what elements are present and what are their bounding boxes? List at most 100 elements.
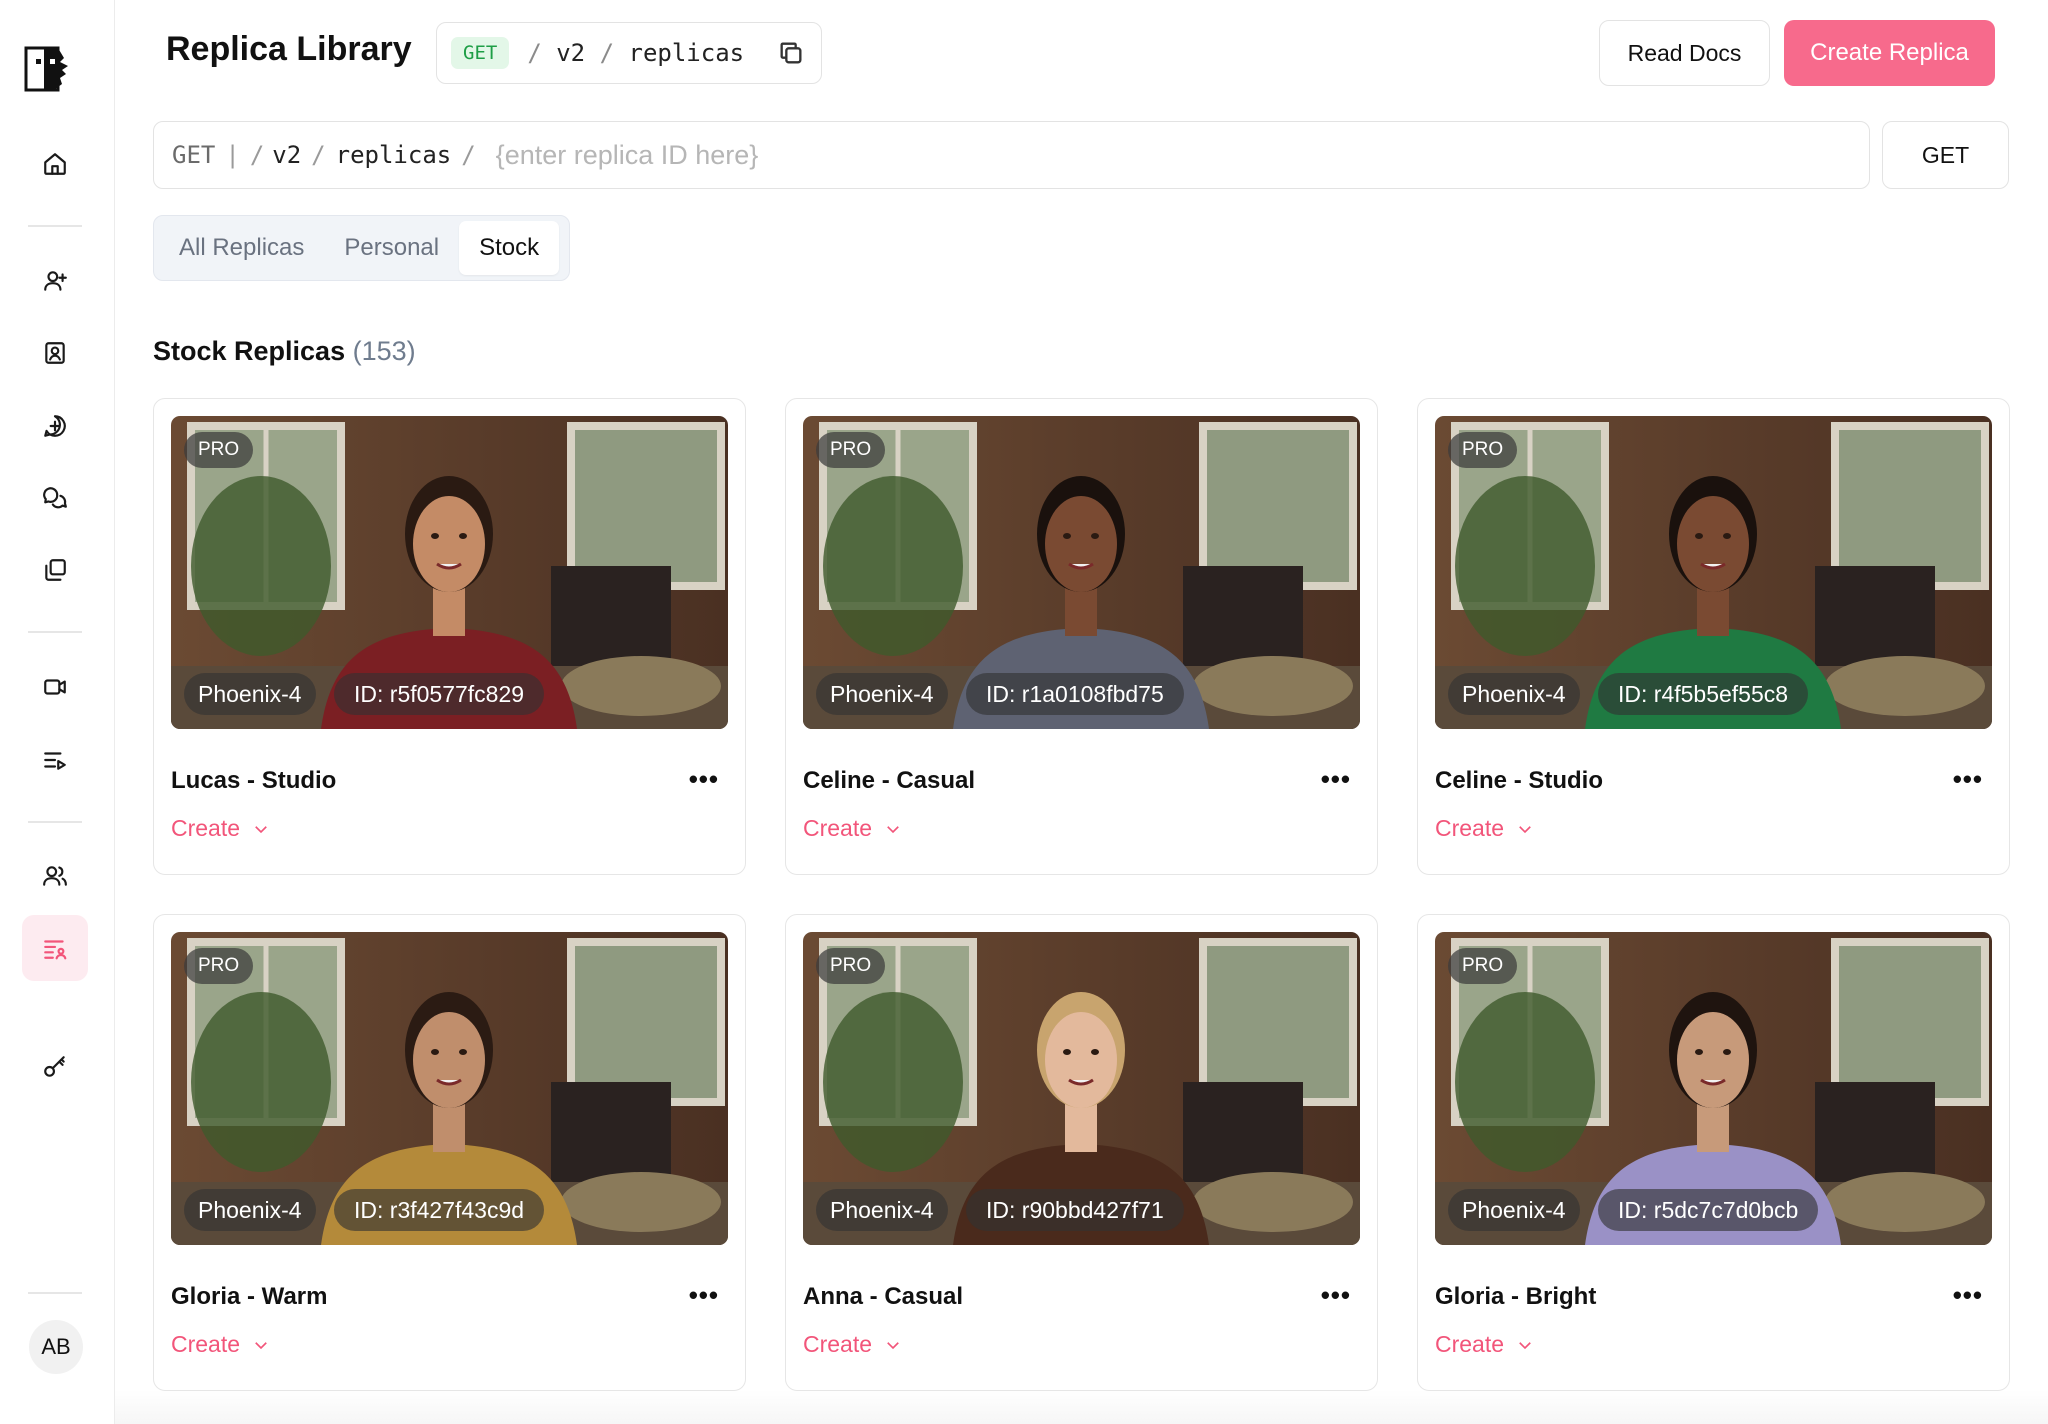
create-dropdown[interactable]: Create (171, 1331, 270, 1358)
sidebar: AB (0, 0, 115, 1424)
page-title: Replica Library (166, 30, 412, 68)
query-method: GET (172, 141, 216, 169)
sidebar-divider (28, 631, 82, 633)
tab-personal[interactable]: Personal (324, 221, 459, 275)
replica-thumbnail[interactable]: PRO Phoenix-4 ID: r5f0577fc829 (171, 416, 728, 729)
endpoint-path: / v2 / replicas (527, 39, 745, 67)
add-user-icon[interactable] (22, 248, 88, 314)
copy-icon[interactable] (777, 39, 805, 67)
replica-id-badge[interactable]: ID: r1a0108fbd75 (966, 673, 1184, 715)
model-badge: Phoenix-4 (184, 673, 316, 715)
replica-id-badge[interactable]: ID: r4f5b5ef55c8 (1598, 673, 1809, 715)
replica-thumbnail[interactable]: PRO Phoenix-4 ID: r3f427f43c9d (171, 932, 728, 1245)
chevron-down-icon (1519, 1341, 1531, 1349)
more-options-icon[interactable]: ••• (1321, 766, 1351, 792)
pro-badge: PRO (816, 432, 886, 468)
copy-stack-icon[interactable] (22, 537, 88, 603)
create-label: Create (171, 1331, 241, 1357)
home-icon[interactable] (22, 131, 88, 197)
replica-list-icon[interactable] (22, 915, 88, 981)
create-dropdown[interactable]: Create (1435, 815, 1534, 842)
scroll-fade (115, 1390, 2048, 1424)
create-dropdown[interactable]: Create (803, 1331, 902, 1358)
conversations-icon[interactable] (22, 465, 88, 531)
query-slash: / (311, 141, 326, 169)
create-label: Create (1435, 815, 1505, 841)
more-options-icon[interactable]: ••• (689, 766, 719, 792)
plus-chat-icon[interactable] (22, 393, 88, 459)
replica-name: Celine - Studio (1435, 767, 1603, 794)
more-options-icon[interactable]: ••• (1321, 1282, 1351, 1308)
section-title: Stock Replicas (153) (153, 336, 416, 367)
replica-card[interactable]: PRO Phoenix-4 ID: r5f0577fc829 Lucas - S… (153, 398, 746, 875)
model-badge: Phoenix-4 (1448, 1189, 1580, 1231)
replica-thumbnail[interactable]: PRO Phoenix-4 ID: r4f5b5ef55c8 (1435, 416, 1992, 729)
replica-thumbnail[interactable]: PRO Phoenix-4 ID: r5dc7c7d0bcb (1435, 932, 1992, 1245)
section-title-text: Stock Replicas (153, 336, 346, 366)
replica-id-badge[interactable]: ID: r5dc7c7d0bcb (1598, 1189, 1819, 1231)
replica-card[interactable]: PRO Phoenix-4 ID: r4f5b5ef55c8 Celine - … (1417, 398, 2010, 875)
pro-badge: PRO (1448, 948, 1518, 984)
endpoint-segment: replicas (628, 39, 745, 67)
query-pipe: | (225, 141, 240, 169)
create-replica-button[interactable]: Create Replica (1784, 20, 1995, 86)
endpoint-segment: v2 (556, 39, 586, 67)
create-dropdown[interactable]: Create (1435, 1331, 1534, 1358)
more-options-icon[interactable]: ••• (1953, 1282, 1983, 1308)
pro-badge: PRO (1448, 432, 1518, 468)
query-segment: v2 (272, 141, 302, 169)
create-label: Create (803, 815, 873, 841)
create-label: Create (1435, 1331, 1505, 1357)
replica-name: Lucas - Studio (171, 767, 337, 794)
video-icon[interactable] (22, 654, 88, 720)
replica-name: Celine - Casual (803, 767, 976, 794)
create-dropdown[interactable]: Create (171, 815, 270, 842)
get-button[interactable]: GET (1882, 121, 2009, 189)
users-icon[interactable] (22, 843, 88, 909)
replica-thumbnail[interactable]: PRO Phoenix-4 ID: r1a0108fbd75 (803, 416, 1360, 729)
replica-name: Gloria - Warm (171, 1283, 328, 1310)
replica-card[interactable]: PRO Phoenix-4 ID: r1a0108fbd75 Celine - … (785, 398, 1378, 875)
replica-name: Anna - Casual (803, 1283, 964, 1310)
chevron-down-icon (887, 1341, 899, 1349)
replica-thumbnail[interactable]: PRO Phoenix-4 ID: r90bbd427f71 (803, 932, 1360, 1245)
replica-card[interactable]: PRO Phoenix-4 ID: r3f427f43c9d Gloria - … (153, 914, 746, 1391)
chevron-down-icon (1519, 825, 1531, 833)
model-badge: Phoenix-4 (816, 1189, 948, 1231)
replica-card[interactable]: PRO Phoenix-4 ID: r5dc7c7d0bcb Gloria - … (1417, 914, 2010, 1391)
tab-stock[interactable]: Stock (459, 221, 560, 275)
chevron-down-icon (255, 1341, 267, 1349)
chevron-down-icon (887, 825, 899, 833)
replica-id-badge[interactable]: ID: r3f427f43c9d (334, 1189, 545, 1231)
replica-id-input[interactable] (495, 139, 1496, 171)
more-options-icon[interactable]: ••• (1953, 766, 1983, 792)
model-badge: Phoenix-4 (184, 1189, 316, 1231)
create-dropdown[interactable]: Create (803, 815, 902, 842)
read-docs-button[interactable]: Read Docs (1599, 20, 1770, 86)
pro-badge: PRO (184, 948, 254, 984)
logo-icon[interactable] (24, 44, 76, 96)
method-badge: GET (451, 37, 510, 69)
model-badge: Phoenix-4 (816, 673, 948, 715)
create-label: Create (803, 1331, 873, 1357)
sidebar-divider (28, 821, 82, 823)
replica-card[interactable]: PRO Phoenix-4 ID: r90bbd427f71 Anna - Ca… (785, 914, 1378, 1391)
user-avatar[interactable]: AB (29, 1320, 83, 1374)
key-icon[interactable] (22, 1034, 88, 1100)
query-slash: / (461, 141, 476, 169)
tab-all-replicas[interactable]: All Replicas (159, 221, 324, 275)
replica-name: Gloria - Bright (1435, 1283, 1597, 1310)
model-badge: Phoenix-4 (1448, 673, 1580, 715)
query-slash: / (249, 141, 265, 169)
section-count: (153) (352, 336, 416, 366)
replica-query-bar: GET | / v2 / replicas / (153, 121, 1870, 189)
replica-id-badge[interactable]: ID: r90bbd427f71 (966, 1189, 1184, 1231)
pro-badge: PRO (184, 432, 254, 468)
playlist-icon[interactable] (22, 727, 88, 793)
endpoint-display: GET / v2 / replicas (436, 22, 822, 84)
contact-card-icon[interactable] (22, 320, 88, 386)
replica-id-badge[interactable]: ID: r5f0577fc829 (334, 673, 545, 715)
pro-badge: PRO (816, 948, 886, 984)
create-label: Create (171, 815, 241, 841)
more-options-icon[interactable]: ••• (689, 1282, 719, 1308)
